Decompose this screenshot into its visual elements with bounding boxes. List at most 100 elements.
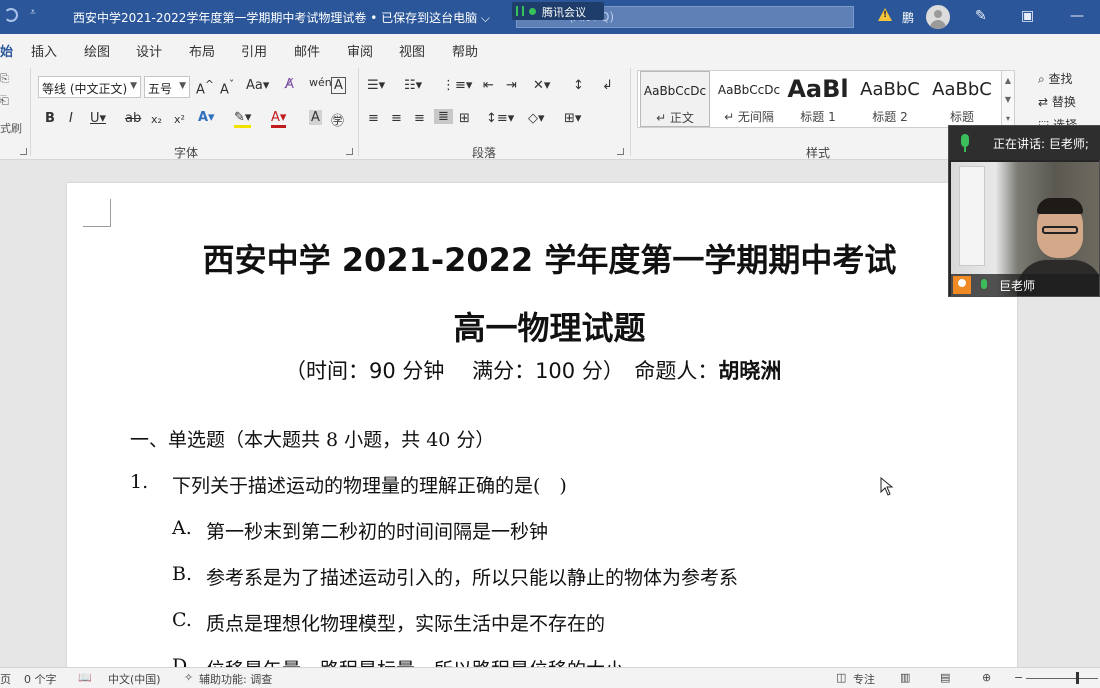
mouse-pointer-icon	[880, 477, 894, 496]
quick-access-dropdown[interactable]: ⩡	[30, 7, 36, 18]
zoom-slider-thumb[interactable]	[1076, 672, 1079, 684]
proofing-icon[interactable]: 📖	[78, 671, 92, 684]
minimize-icon[interactable]: —	[1070, 8, 1084, 24]
tab-design[interactable]: 设计	[136, 41, 162, 60]
format-painter-label[interactable]: 式刷	[0, 120, 22, 136]
style-title[interactable]: AaBbC 标题	[928, 71, 996, 127]
shrink-font-icon[interactable]: Aˇ	[220, 78, 234, 97]
style-name: ↵ 正文	[656, 111, 694, 125]
justify-icon[interactable]: ≣	[434, 109, 453, 124]
strikethrough-button[interactable]: ab	[125, 111, 141, 126]
tab-home[interactable]: 始	[0, 41, 13, 60]
style-heading-2[interactable]: AaBbC 标题 2	[856, 71, 924, 127]
zoom-slider[interactable]	[1026, 678, 1098, 679]
shading-icon[interactable]: ◇▾	[528, 111, 545, 126]
option-text: 位移是矢量，路程是标量，所以路程是位移的大小	[206, 655, 624, 667]
asian-layout-icon[interactable]: ✕▾	[533, 78, 550, 93]
autosave-icon[interactable]	[4, 8, 18, 22]
document-canvas[interactable]: 西安中学 2021-2022 学年度第一学期期中考试 高一物理试题 （时间：90…	[0, 161, 1100, 667]
tab-references[interactable]: 引用	[241, 41, 267, 60]
grow-font-icon[interactable]: A^	[196, 78, 214, 97]
person-hair	[1037, 198, 1083, 214]
style-no-spacing[interactable]: AaBbCcDc ↵ 无间隔	[714, 71, 784, 127]
paragraph-launcher-icon[interactable]	[617, 148, 624, 155]
style-normal[interactable]: AaBbCcDc ↵ 正文	[640, 71, 710, 127]
web-layout-icon[interactable]: ⊕	[982, 671, 991, 684]
zoom-out-icon[interactable]: −	[1014, 671, 1023, 684]
page-indicator[interactable]: 页	[0, 671, 11, 687]
print-layout-icon[interactable]: ▤	[940, 671, 950, 684]
tab-layout[interactable]: 布局	[189, 41, 215, 60]
meeting-label: 腾讯会议	[542, 6, 586, 19]
tab-help[interactable]: 帮助	[452, 41, 478, 60]
font-name-select[interactable]: 等线 (中文正文) ▼	[38, 76, 141, 98]
option-text: 参考系是为了描述运动引入的，所以只能以静止的物体为参考系	[206, 567, 739, 589]
chevron-down-icon: ▼	[179, 81, 186, 91]
multilevel-list-icon[interactable]: ⋮≡▾	[442, 78, 472, 93]
user-name[interactable]: 鹏	[902, 9, 914, 26]
pen-icon[interactable]: ✎	[975, 8, 987, 24]
font-color-icon[interactable]: A▾	[271, 110, 287, 128]
style-sample: AaBl	[787, 75, 849, 103]
document-page[interactable]: 西安中学 2021-2022 学年度第一学期期中考试 高一物理试题 （时间：90…	[67, 183, 1017, 667]
subscript-button[interactable]: x₂	[151, 113, 162, 126]
superscript-button[interactable]: x²	[174, 113, 185, 126]
microphone-icon	[961, 134, 969, 147]
recording-dot-icon	[529, 8, 536, 15]
tab-view[interactable]: 视图	[399, 41, 425, 60]
replace-label: 替换	[1051, 95, 1076, 109]
change-case-icon[interactable]: Aa▾	[246, 78, 269, 93]
ribbon-display-icon[interactable]: ▣	[1021, 8, 1034, 24]
line-spacing-icon[interactable]: ↕≡▾	[486, 111, 514, 126]
align-center-icon[interactable]: ≡	[391, 111, 402, 126]
text-effects-icon[interactable]: A▾	[198, 110, 215, 125]
style-heading-1[interactable]: AaBl 标题 1	[786, 71, 850, 127]
focus-button[interactable]: 专注	[853, 671, 875, 687]
accessibility-status[interactable]: 辅助功能: 调查	[199, 671, 272, 687]
gallery-scroll[interactable]: ▲ ▼ ▾	[1001, 70, 1015, 128]
word-count[interactable]: 0 个字	[24, 671, 57, 687]
tab-insert[interactable]: 插入	[31, 41, 57, 60]
separator	[630, 68, 631, 156]
status-bar: 页 0 个字 📖 中文(中国) ✧ 辅助功能: 调查 ◫ 专注 ▥ ▤ ⊕ −	[0, 667, 1100, 688]
background-window	[959, 166, 985, 266]
distributed-icon[interactable]: ⊞	[459, 111, 470, 126]
sort-icon[interactable]: ↕	[573, 78, 584, 93]
read-mode-icon[interactable]: ▥	[900, 671, 910, 684]
language-indicator[interactable]: 中文(中国)	[108, 671, 161, 687]
warning-exclamation: !	[883, 10, 888, 20]
decrease-indent-icon[interactable]: ⇤	[483, 78, 494, 93]
document-title[interactable]: 西安中学2021-2022学年度第一学期期中考试物理试卷 • 已保存到这台电脑 …	[73, 9, 490, 26]
meeting-bar[interactable]: 腾讯会议	[512, 2, 604, 20]
tab-draw[interactable]: 绘图	[84, 41, 110, 60]
font-launcher-icon[interactable]	[346, 148, 353, 155]
video-panel[interactable]: 正在讲话: 巨老师; 巨老师	[948, 125, 1100, 297]
find-button[interactable]: ⌕ 查找	[1038, 70, 1073, 87]
tab-review[interactable]: 审阅	[347, 41, 373, 60]
bullets-icon[interactable]: ☰▾	[367, 78, 385, 93]
char-border-icon[interactable]: A	[331, 77, 346, 94]
copy-icon[interactable]: ⎗	[0, 94, 9, 108]
char-shading-icon[interactable]: A	[309, 110, 322, 125]
numbering-icon[interactable]: ☷▾	[404, 78, 422, 93]
bold-button[interactable]: B	[45, 111, 55, 126]
borders-icon[interactable]: ⊞▾	[564, 111, 581, 126]
enclose-char-icon[interactable]: ㊫	[331, 110, 344, 129]
phonetic-guide-icon[interactable]: wén	[309, 76, 332, 89]
paragraph-group-label: 段落	[472, 146, 497, 160]
underline-button[interactable]: U▾	[90, 111, 106, 126]
increase-indent-icon[interactable]: ⇥	[506, 78, 517, 93]
font-size-select[interactable]: 五号 ▼	[144, 76, 190, 98]
replace-button[interactable]: ⇄ 替换	[1038, 93, 1076, 110]
show-marks-icon[interactable]: ↲	[602, 78, 613, 93]
clipboard-icon[interactable]: ⎘	[0, 72, 9, 86]
italic-button[interactable]: I	[69, 111, 73, 126]
clear-format-icon[interactable]: A̸	[285, 77, 294, 92]
clipboard-launcher-icon[interactable]	[20, 148, 27, 155]
align-right-icon[interactable]: ≡	[414, 111, 425, 126]
highlight-icon[interactable]: ✎▾	[234, 110, 252, 128]
tab-mailings[interactable]: 邮件	[294, 41, 320, 60]
speaking-status: 正在讲话: 巨老师;	[993, 137, 1089, 151]
align-left-icon[interactable]: ≡	[368, 111, 379, 126]
avatar[interactable]	[926, 5, 950, 29]
